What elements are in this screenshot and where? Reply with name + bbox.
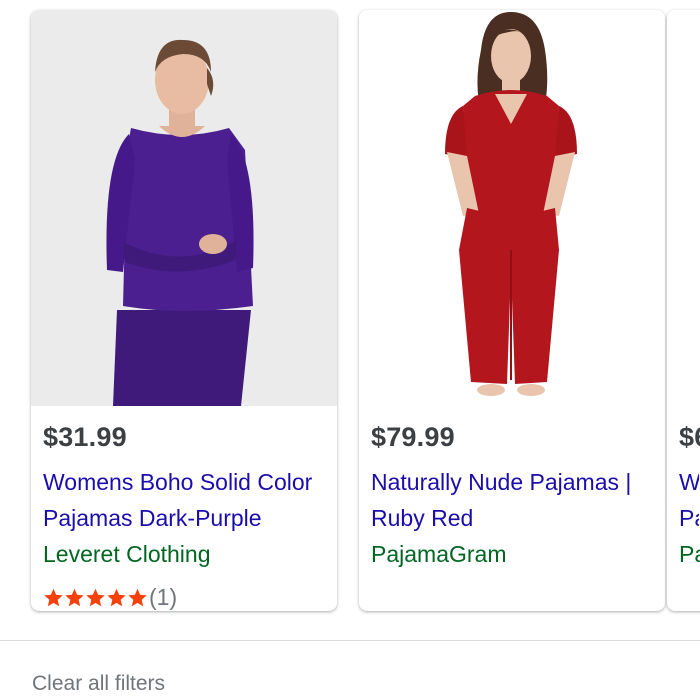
star-icon bbox=[86, 588, 105, 606]
product-image[interactable] bbox=[359, 10, 665, 406]
star-icon bbox=[44, 588, 63, 606]
product-title-link[interactable]: W Pa bbox=[679, 464, 699, 536]
clear-all-filters-link[interactable]: Clear all filters bbox=[32, 672, 165, 696]
product-title-link[interactable]: Womens Boho Solid Color Pajamas Dark-Pur… bbox=[43, 464, 327, 536]
product-seller: Leveret Clothing bbox=[43, 541, 211, 567]
product-rating: (1) bbox=[43, 580, 177, 611]
product-carousel: $31.99 Womens Boho Solid Color Pajamas D… bbox=[0, 0, 700, 640]
product-seller: Pa bbox=[679, 541, 700, 567]
product-card[interactable]: $31.99 Womens Boho Solid Color Pajamas D… bbox=[31, 10, 337, 611]
product-seller: PajamaGram bbox=[371, 541, 507, 567]
product-price: $31.99 bbox=[43, 422, 127, 452]
product-card[interactable]: $6 W Pa Pa bbox=[667, 10, 700, 611]
product-image[interactable] bbox=[667, 10, 700, 406]
divider bbox=[0, 640, 700, 641]
product-title-link[interactable]: Naturally Nude Pajamas | Ruby Red bbox=[371, 464, 655, 536]
product-image[interactable] bbox=[31, 10, 337, 406]
product-card[interactable]: $79.99 Naturally Nude Pajamas | Ruby Red… bbox=[359, 10, 665, 611]
star-icon bbox=[107, 588, 126, 606]
rating-count: (1) bbox=[149, 583, 178, 610]
product-price: $79.99 bbox=[371, 422, 455, 452]
star-icon bbox=[65, 588, 84, 606]
product-price: $6 bbox=[679, 422, 700, 452]
star-icon bbox=[128, 588, 147, 606]
